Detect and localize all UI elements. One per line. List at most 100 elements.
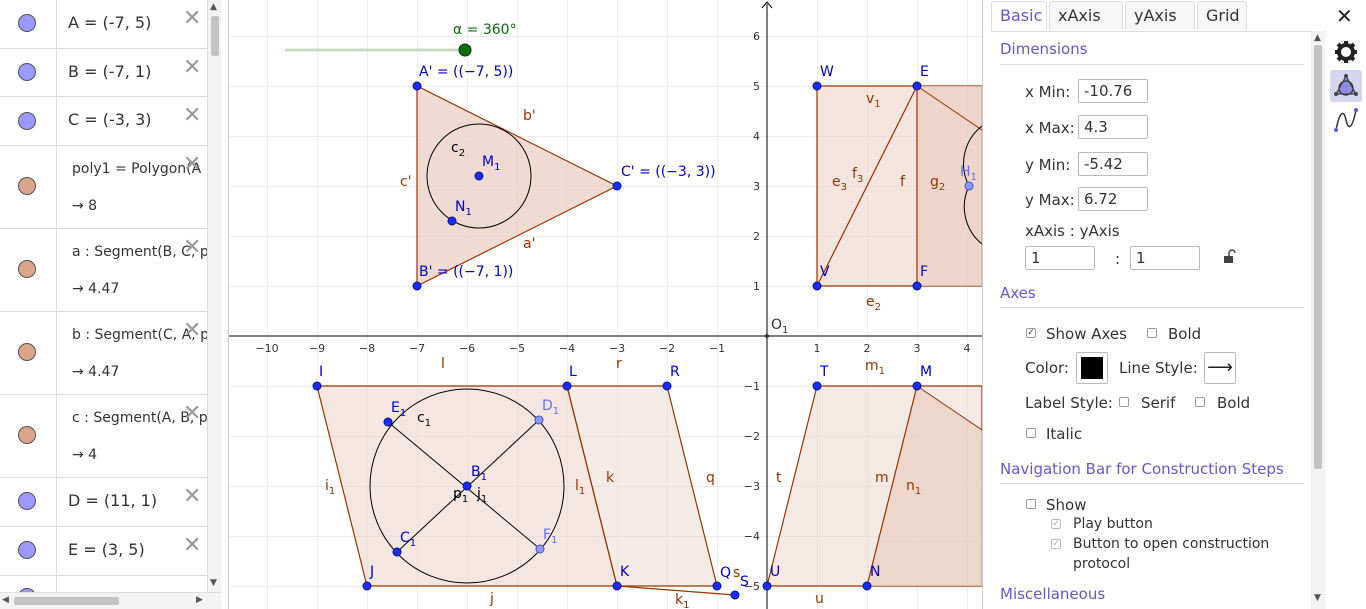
delete-icon[interactable]: ✕ (183, 403, 201, 425)
scroll-up-icon[interactable]: ▲ (1314, 33, 1321, 43)
point-S[interactable] (730, 590, 740, 600)
delete-icon[interactable]: ✕ (183, 105, 201, 127)
point-T[interactable] (812, 381, 822, 391)
algebra-item-D[interactable]: D = (11, 1) ✕ (0, 478, 207, 527)
scroll-down-icon[interactable]: ▼ (210, 578, 217, 588)
point-N[interactable] (862, 581, 872, 591)
delete-icon[interactable]: ✕ (183, 320, 201, 342)
point-D1[interactable] (534, 415, 544, 425)
delete-icon[interactable]: ✕ (183, 486, 201, 508)
algebra-definition[interactable]: C = (-3, 3) (68, 110, 152, 129)
scroll-thumb[interactable] (211, 16, 219, 56)
point-M1[interactable] (474, 171, 484, 181)
color-button[interactable] (1076, 352, 1108, 384)
delete-icon[interactable]: ✕ (183, 154, 201, 176)
tab-xaxis[interactable]: xAxis (1049, 1, 1123, 30)
scroll-left-icon[interactable]: ◀ (2, 595, 9, 605)
point-C1[interactable] (392, 547, 402, 557)
label-bold-checkbox[interactable] (1195, 397, 1205, 407)
point-B1[interactable] (462, 481, 472, 491)
protocol-button-checkbox[interactable]: ✓ (1051, 539, 1061, 549)
origin-point[interactable] (765, 334, 769, 338)
tab-grid[interactable]: Grid (1197, 1, 1247, 30)
play-button-checkbox[interactable]: ✓ (1051, 519, 1061, 529)
algebra-vertical-scrollbar[interactable]: ▲ ▼ (207, 0, 221, 592)
italic-checkbox[interactable] (1026, 428, 1036, 438)
delete-icon[interactable]: ✕ (183, 535, 201, 557)
visibility-toggle[interactable] (0, 478, 57, 526)
close-icon[interactable]: ✕ (1336, 5, 1353, 27)
visibility-toggle[interactable] (0, 395, 57, 477)
point-W[interactable] (812, 81, 822, 91)
point-V[interactable] (812, 281, 822, 291)
point-L[interactable] (562, 381, 572, 391)
point-F[interactable] (912, 281, 922, 291)
delete-icon[interactable]: ✕ (183, 237, 201, 259)
visibility-toggle[interactable] (0, 0, 57, 48)
tab-yaxis[interactable]: yAxis (1125, 1, 1195, 30)
visibility-toggle[interactable] (0, 146, 57, 228)
delete-icon[interactable]: ✕ (183, 57, 201, 79)
algebra-definition[interactable]: D = (11, 1) (68, 491, 157, 510)
point-J[interactable] (362, 581, 372, 591)
algebra-item-C[interactable]: C = (-3, 3) ✕ (0, 97, 207, 146)
algebra-item-a[interactable]: a : Segment(B, C, p → 4.47 ✕ (0, 229, 207, 312)
point-E1[interactable] (383, 417, 393, 427)
scroll-thumb[interactable] (1314, 45, 1322, 469)
algebra-item-poly1[interactable]: poly1 = Polygon(A → 8 ✕ (0, 146, 207, 229)
function-graph-icon[interactable] (1330, 104, 1362, 136)
visibility-toggle[interactable] (0, 49, 57, 96)
algebra-horizontal-scrollbar[interactable]: ◀ ▶ (0, 592, 221, 609)
bold-checkbox[interactable] (1147, 328, 1157, 338)
visibility-toggle[interactable] (0, 576, 57, 592)
show-axes-checkbox[interactable]: ✓ (1026, 328, 1036, 338)
graphics-settings-icon[interactable] (1330, 70, 1362, 102)
point-C[interactable] (612, 181, 622, 191)
unlock-icon[interactable] (1223, 249, 1237, 264)
algebra-item-partial[interactable] (0, 576, 207, 592)
point-Q[interactable] (712, 581, 722, 591)
algebra-definition[interactable]: poly1 = Polygon(A (72, 161, 201, 177)
algebra-item-c[interactable]: c : Segment(A, B, p → 4 ✕ (0, 395, 207, 478)
point-I[interactable] (312, 381, 322, 391)
algebra-definition[interactable]: B = (-7, 1) (68, 62, 151, 81)
point-B[interactable] (412, 281, 422, 291)
scroll-thumb[interactable] (14, 597, 119, 605)
graphics-view[interactable]: −10 −9 −8 −7 −6 −5 −4 −3 −2 −1 1 2 3 4 6… (229, 0, 982, 609)
yaxis-ratio-input[interactable] (1130, 246, 1200, 270)
algebra-item-b[interactable]: b : Segment(C, A, p → 4.47 ✕ (0, 312, 207, 395)
xmin-input[interactable] (1078, 79, 1148, 103)
tab-basic[interactable]: Basic (991, 1, 1047, 30)
gear-icon[interactable] (1330, 36, 1362, 68)
algebra-item-E[interactable]: E = (3, 5) ✕ (0, 527, 207, 576)
xmax-input[interactable] (1078, 115, 1148, 139)
algebra-item-B[interactable]: B = (-7, 1) ✕ (0, 49, 207, 97)
graphics-canvas[interactable]: −10 −9 −8 −7 −6 −5 −4 −3 −2 −1 1 2 3 4 6… (229, 0, 982, 609)
ymax-input[interactable] (1078, 187, 1148, 211)
point-M[interactable] (912, 381, 922, 391)
point-K[interactable] (612, 581, 622, 591)
point-H1[interactable] (964, 181, 974, 191)
visibility-toggle[interactable] (0, 97, 57, 145)
view-splitter[interactable] (221, 0, 229, 609)
point-E[interactable] (912, 81, 922, 91)
point-N1[interactable] (447, 216, 457, 226)
scroll-up-icon[interactable]: ▲ (210, 2, 217, 12)
nav-show-checkbox[interactable] (1026, 499, 1036, 509)
visibility-toggle[interactable] (0, 312, 57, 394)
scroll-down-icon[interactable]: ▼ (1314, 593, 1321, 603)
algebra-definition[interactable]: A = (-7, 5) (68, 13, 151, 32)
serif-checkbox[interactable] (1119, 397, 1129, 407)
delete-icon[interactable]: ✕ (183, 8, 201, 30)
point-U[interactable] (762, 581, 772, 591)
visibility-toggle[interactable] (0, 229, 57, 311)
point-A[interactable] (412, 81, 422, 91)
algebra-item-A[interactable]: A = (-7, 5) ✕ (0, 0, 207, 49)
algebra-definition[interactable]: E = (3, 5) (68, 540, 145, 559)
slider-handle[interactable] (458, 43, 472, 57)
xaxis-ratio-input[interactable] (1025, 246, 1095, 270)
point-R[interactable] (662, 381, 672, 391)
line-style-button[interactable]: ⟶ (1204, 352, 1236, 384)
visibility-toggle[interactable] (0, 527, 57, 575)
point-F1[interactable] (535, 544, 545, 554)
